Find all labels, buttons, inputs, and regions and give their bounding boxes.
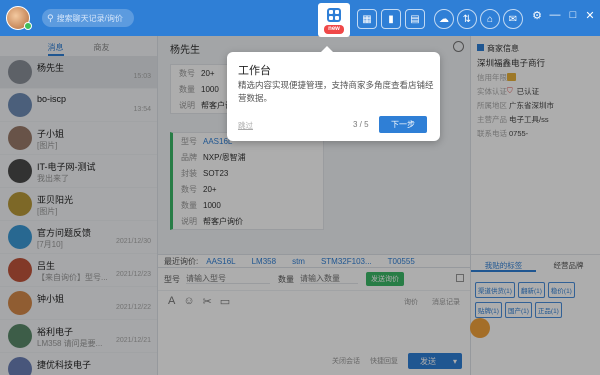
tour-description: 精选内容实现便捷管理，支持商家多角度查看店铺经营数据。	[238, 80, 434, 103]
apps-icon[interactable]: ▦	[357, 9, 377, 29]
workbench-button[interactable]: new	[318, 3, 350, 37]
new-badge: new	[324, 25, 344, 34]
next-step-button[interactable]: 下一步	[379, 116, 427, 133]
search-box[interactable]: ⚲	[42, 9, 134, 27]
envelope-icon[interactable]: ✉	[503, 9, 523, 29]
close-icon[interactable]: ✕	[583, 9, 597, 22]
workbench-icon	[327, 8, 341, 22]
popover-arrow	[320, 46, 334, 53]
tour-pager: 3 / 5	[353, 120, 369, 129]
online-status-icon	[24, 22, 32, 30]
skip-link[interactable]: 跳过	[238, 120, 253, 131]
sync-icon[interactable]: ⇅	[457, 9, 477, 29]
minimize-icon[interactable]: —	[548, 9, 562, 21]
maximize-icon[interactable]: □	[566, 9, 580, 21]
cloud-icon[interactable]: ☁	[434, 9, 454, 29]
tour-title: 工作台	[238, 65, 271, 77]
cart-icon[interactable]: ▤	[405, 9, 425, 29]
top-bar: ⚲ ▦ ▮ ▤ ☁ ⇅ ⌂ ✉ ⚙ — □ ✕	[0, 0, 600, 36]
search-icon: ⚲	[47, 12, 54, 23]
settings-icon[interactable]: ⚙	[530, 9, 544, 22]
tour-popover: 工作台 精选内容实现便捷管理，支持商家多角度查看店铺经营数据。 跳过 3 / 5…	[227, 46, 440, 141]
search-input[interactable]	[56, 13, 131, 23]
chart-icon[interactable]: ▮	[381, 9, 401, 29]
store-icon[interactable]: ⌂	[480, 9, 500, 29]
